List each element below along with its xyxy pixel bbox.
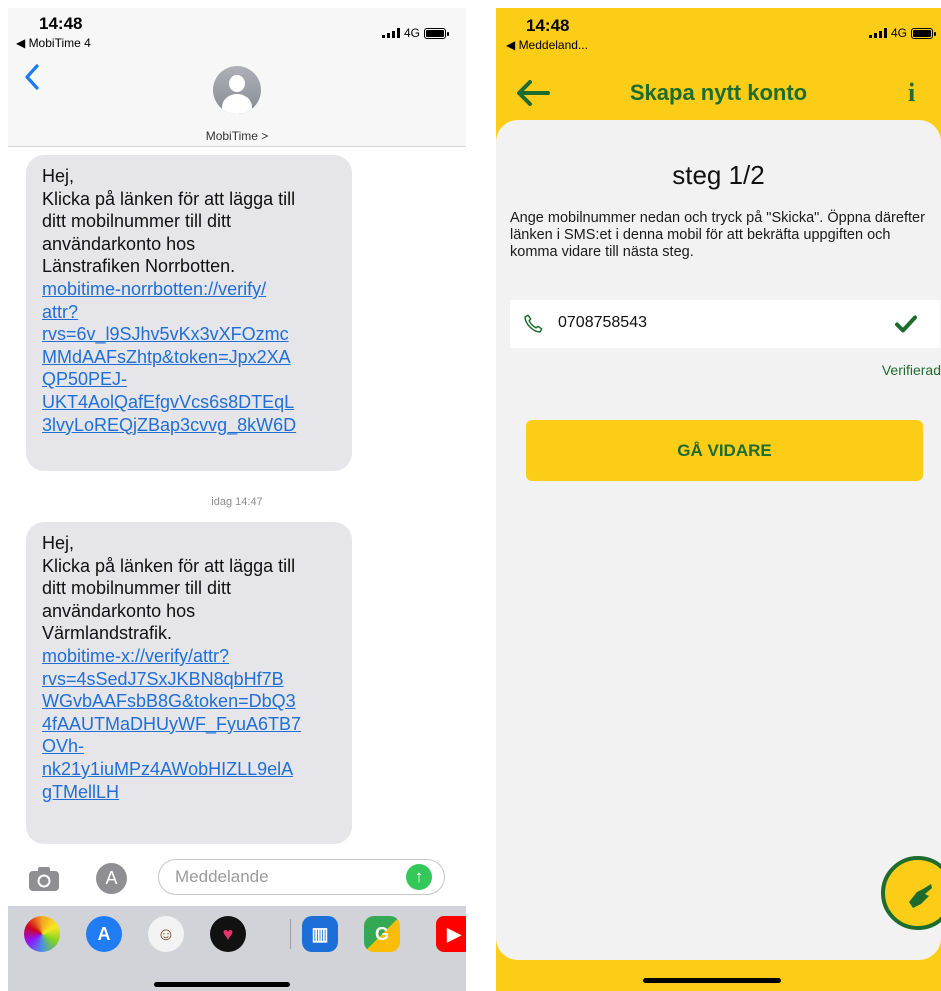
instructions-text: Ange mobilnummer nedan och tryck på "Ski… — [510, 210, 925, 260]
conversation-header: 14:48 ◀ MobiTime 4 4G MobiTime > — [8, 8, 466, 147]
checkmark-icon — [895, 315, 917, 333]
verify-link[interactable]: MMdAAFsZhtp&token=Jpx2XA — [42, 346, 336, 369]
continue-button[interactable]: GÅ VIDARE — [526, 420, 923, 481]
verify-link[interactable]: nk21y1iuMPz4AWobHIZLL9elA — [42, 758, 336, 781]
message-text: ditt mobilnummer till ditt — [42, 578, 232, 599]
verified-label: Verifierad — [881, 362, 941, 378]
return-to-app-link[interactable]: ◀ MobiTime 4 — [16, 36, 91, 50]
message-text: Länstrafiken Norrbotten. — [42, 256, 236, 277]
imessage-app-tray: A ☺ ♥ ▥ G ▶ — [8, 906, 466, 991]
message-text: användarkonto hos — [42, 233, 196, 254]
phone-number-value: 0708758543 — [558, 314, 647, 331]
maps-icon[interactable]: G — [364, 916, 400, 952]
send-icon[interactable]: ↑ — [406, 864, 432, 890]
status-indicators: 4G — [868, 26, 936, 40]
signal-icon — [868, 28, 887, 38]
signal-icon — [381, 28, 400, 38]
return-to-app-link[interactable]: ◀ Meddeland... — [506, 38, 588, 52]
trello-icon[interactable]: ▥ — [302, 916, 338, 952]
step-indicator: steg 1/2 — [672, 160, 765, 190]
message-text: Hej, — [42, 166, 75, 186]
message-text: Hej, — [42, 533, 75, 553]
youtube-icon[interactable]: ▶ — [436, 916, 466, 952]
phone-icon — [524, 314, 543, 333]
verify-link[interactable]: 4fAAUTMaDHUyWF_FyuA6TB7 — [42, 713, 336, 736]
verify-link[interactable]: WGvbAAFsbB8G&token=DbQ3 — [42, 690, 336, 713]
verify-link[interactable]: 3lvyLoREQjZBap3cvvg_8kW6D — [42, 414, 336, 437]
message-text: Klicka på länken för att lägga till — [42, 555, 296, 576]
verify-link[interactable]: rvs=4sSedJ7SxJKBN8qbHf7B — [42, 668, 336, 691]
verify-link[interactable]: QP50PEJ- — [42, 368, 336, 391]
create-account-screen: 14:48 ◀ Meddeland... 4G Skapa nytt konto… — [496, 8, 941, 991]
status-indicators: 4G — [381, 26, 449, 40]
form-card: steg 1/2 Ange mobilnummer nedan och tryc… — [496, 120, 941, 960]
message-input[interactable]: Meddelande — [158, 859, 445, 895]
appstore-icon[interactable]: A — [96, 863, 127, 894]
message-text: Värmlandstrafik. — [42, 623, 173, 644]
contact-avatar[interactable] — [213, 66, 261, 114]
back-chevron-icon[interactable] — [24, 63, 40, 91]
network-label: 4G — [403, 26, 420, 40]
message-bubble: Hej, Klicka på länken för att lägga till… — [26, 155, 352, 471]
message-text: användarkonto hos — [42, 600, 196, 621]
appstore-icon[interactable]: A — [86, 916, 122, 952]
message-text: ditt mobilnummer till ditt — [42, 211, 232, 232]
home-indicator[interactable] — [154, 982, 290, 987]
status-time: 14:48 — [526, 16, 570, 35]
heart-sticker-icon[interactable]: ♥ — [210, 916, 246, 952]
tray-divider — [290, 919, 291, 949]
page-title: Skapa nytt konto — [629, 80, 808, 105]
home-indicator[interactable] — [643, 978, 781, 983]
status-time: 14:48 — [39, 14, 83, 33]
battery-icon — [911, 27, 936, 39]
camera-icon[interactable] — [28, 866, 60, 892]
verify-link[interactable]: attr? — [42, 301, 336, 324]
contact-name[interactable]: MobiTime > — [8, 129, 466, 143]
network-label: 4G — [890, 26, 907, 40]
message-text: Klicka på länken för att lägga till — [42, 188, 296, 209]
verify-link[interactable]: mobitime-norrbotten://verify/ — [42, 278, 336, 301]
messages-screen: 14:48 ◀ MobiTime 4 4G MobiTime > Hej, Kl… — [8, 8, 466, 991]
verify-link[interactable]: UKT4AolQafEfgvVcs6s8DTEqL — [42, 391, 336, 414]
compose-bar: A Meddelande ↑ — [8, 856, 466, 898]
battery-icon — [424, 27, 449, 39]
hand-ticket-icon — [909, 884, 932, 908]
verify-link[interactable]: OVh- — [42, 735, 336, 758]
message-bubble: Hej, Klicka på länken för att lägga till… — [26, 522, 352, 844]
verify-link[interactable]: gTMellLH — [42, 781, 336, 804]
verify-link[interactable]: mobitime-x://verify/attr? — [42, 645, 336, 668]
message-timestamp: idag 14:47 — [211, 496, 263, 508]
monkey-sticker-icon[interactable]: ☺ — [148, 916, 184, 952]
photos-icon[interactable] — [24, 916, 60, 952]
info-icon[interactable]: i — [908, 78, 915, 108]
phone-number-field[interactable]: 0708758543 — [510, 300, 940, 348]
verify-link[interactable]: rvs=6v_l9SJhv5vKx3vXFOzmc — [42, 323, 336, 346]
